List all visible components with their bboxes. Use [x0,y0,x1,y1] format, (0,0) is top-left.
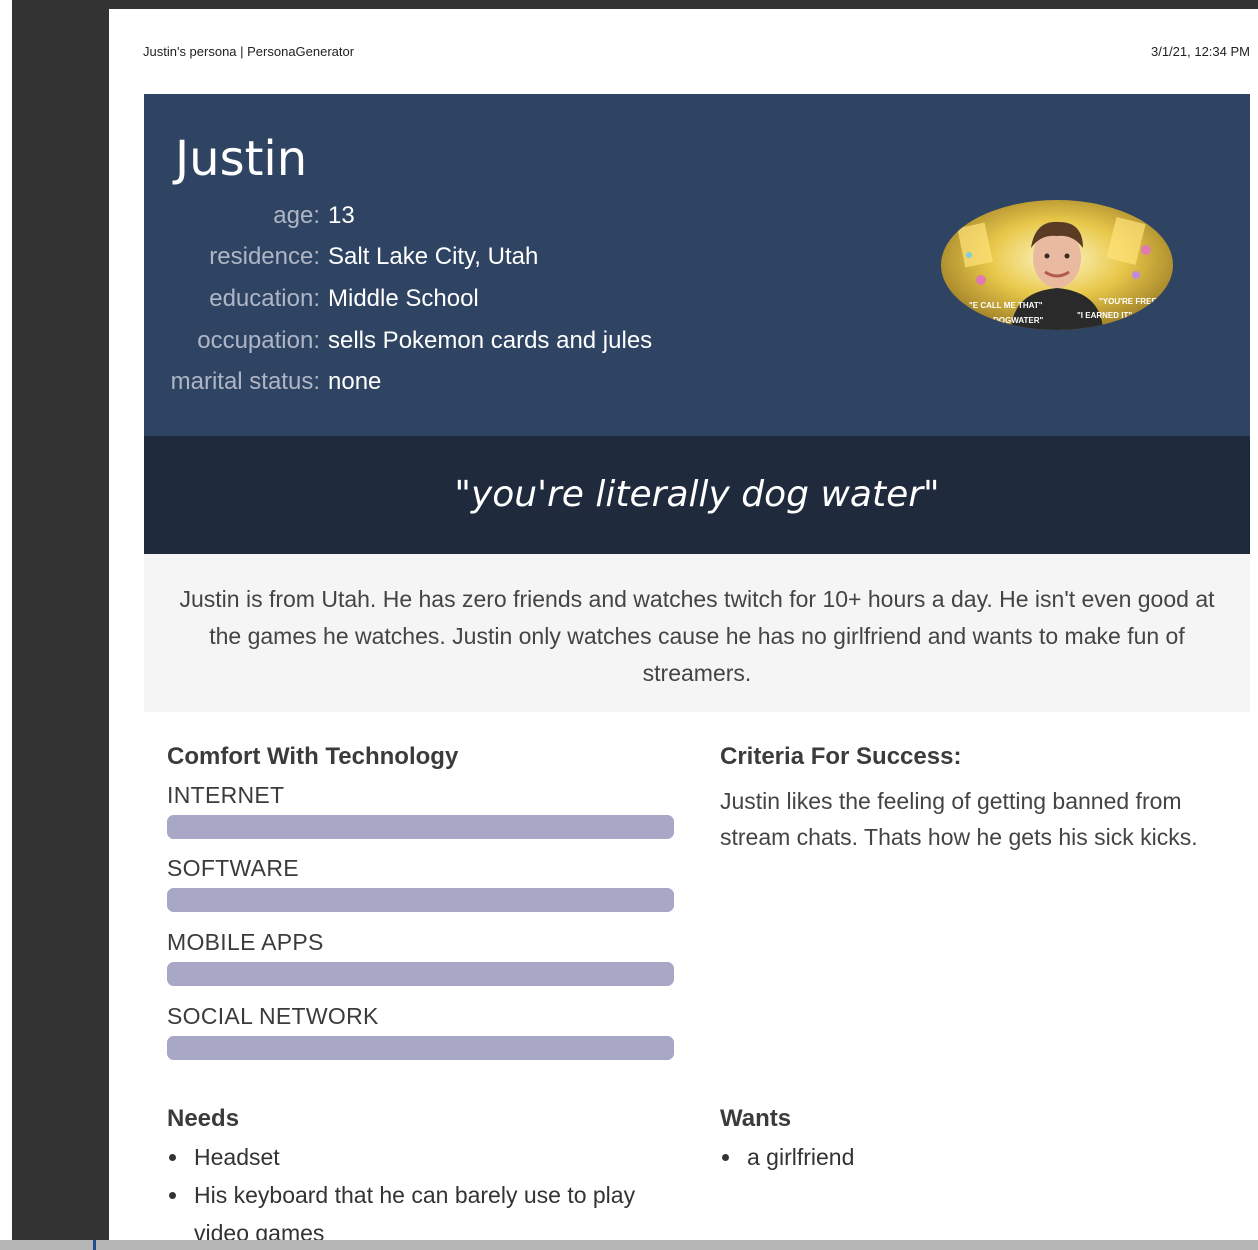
fact-value: 13 [328,202,355,229]
criteria-text: Justin likes the feeling of getting bann… [720,788,1198,850]
needs-list: Headset His keyboard that he can barely … [167,1138,667,1240]
tech-label-internet: INTERNET [167,782,285,808]
fact-value: Middle School [328,285,479,312]
wants-title: Wants [720,1105,792,1132]
viewer-left-panel [12,0,109,1250]
needs-item-text: Headset [194,1144,280,1170]
fact-label: education: [209,285,320,312]
bullet-icon [722,1154,729,1161]
tech-bar-fill [167,962,674,986]
wants-item-text: a girlfriend [747,1144,855,1170]
tech-label-mobile-apps: MOBILE APPS [167,929,324,955]
wants-list: a girlfriend [720,1138,1220,1176]
svg-text:"E CALL ME THAT": "E CALL ME THAT" [969,301,1043,310]
criteria-title: Criteria For Success: [720,743,962,770]
viewer-bottom-strip [0,1240,1258,1250]
page-header-title: Justin's persona | PersonaGenerator [143,44,355,59]
viewer-top-edge [12,0,1258,9]
tech-bar-fill [167,1036,674,1060]
persona-page: Justin's persona | PersonaGenerator 3/1/… [109,9,1258,1240]
page-header-timestamp: 3/1/21, 12:34 PM [1150,44,1250,59]
fact-value: none [328,368,382,395]
svg-text:"YOU'RE FREE": "YOU'RE FREE" [1099,297,1161,306]
comfort-title: Comfort With Technology [167,743,459,770]
fact-label: residence: [209,243,320,270]
tech-bar-software [167,888,674,912]
persona-name: Justin [175,131,308,187]
persona-quote-band: "you're literally dog water" [144,436,1250,554]
tech-bar-mobile-apps [167,962,674,986]
needs-item: Headset [167,1138,667,1176]
persona-bio-band: Justin is from Utah. He has zero friends… [144,554,1250,712]
viewer-bottom-marker [93,1240,96,1250]
tech-label-social-network: SOCIAL NETWORK [167,1003,379,1029]
fact-value: sells Pokemon cards and jules [328,327,653,354]
tech-bar-internet [167,815,674,839]
needs-item-text: His keyboard that he can barely use to p… [194,1182,636,1240]
tech-bar-social-network [167,1036,674,1060]
persona-quote: "you're literally dog water" [454,474,940,515]
needs-title: Needs [167,1105,240,1132]
tech-bar-fill [167,888,674,912]
fact-value: Salt Lake City, Utah [328,243,539,270]
fact-label: occupation: [197,327,320,354]
left-margin [0,0,12,1250]
tech-label-software: SOFTWARE [167,855,299,881]
bullet-icon [169,1192,176,1199]
fact-label: marital status: [170,368,320,395]
persona-hero: Justin age: 13 residence: Salt Lake City… [144,94,1250,436]
bullet-icon [169,1154,176,1161]
persona-photo: "E CALL ME THAT" DOGWATER" "YOU'RE FREE"… [941,200,1173,330]
wants-item: a girlfriend [720,1138,1220,1176]
needs-item: His keyboard that he can barely use to p… [167,1176,667,1240]
persona-bio: Justin is from Utah. He has zero friends… [179,586,1215,686]
svg-text:DOGWATER": DOGWATER" [993,316,1044,325]
tech-bar-fill [167,815,674,839]
persona-photo-image: "E CALL ME THAT" DOGWATER" "YOU'RE FREE"… [941,200,1173,330]
svg-text:"I EARNED IT": "I EARNED IT" [1077,311,1132,320]
fact-label: age: [273,202,320,229]
